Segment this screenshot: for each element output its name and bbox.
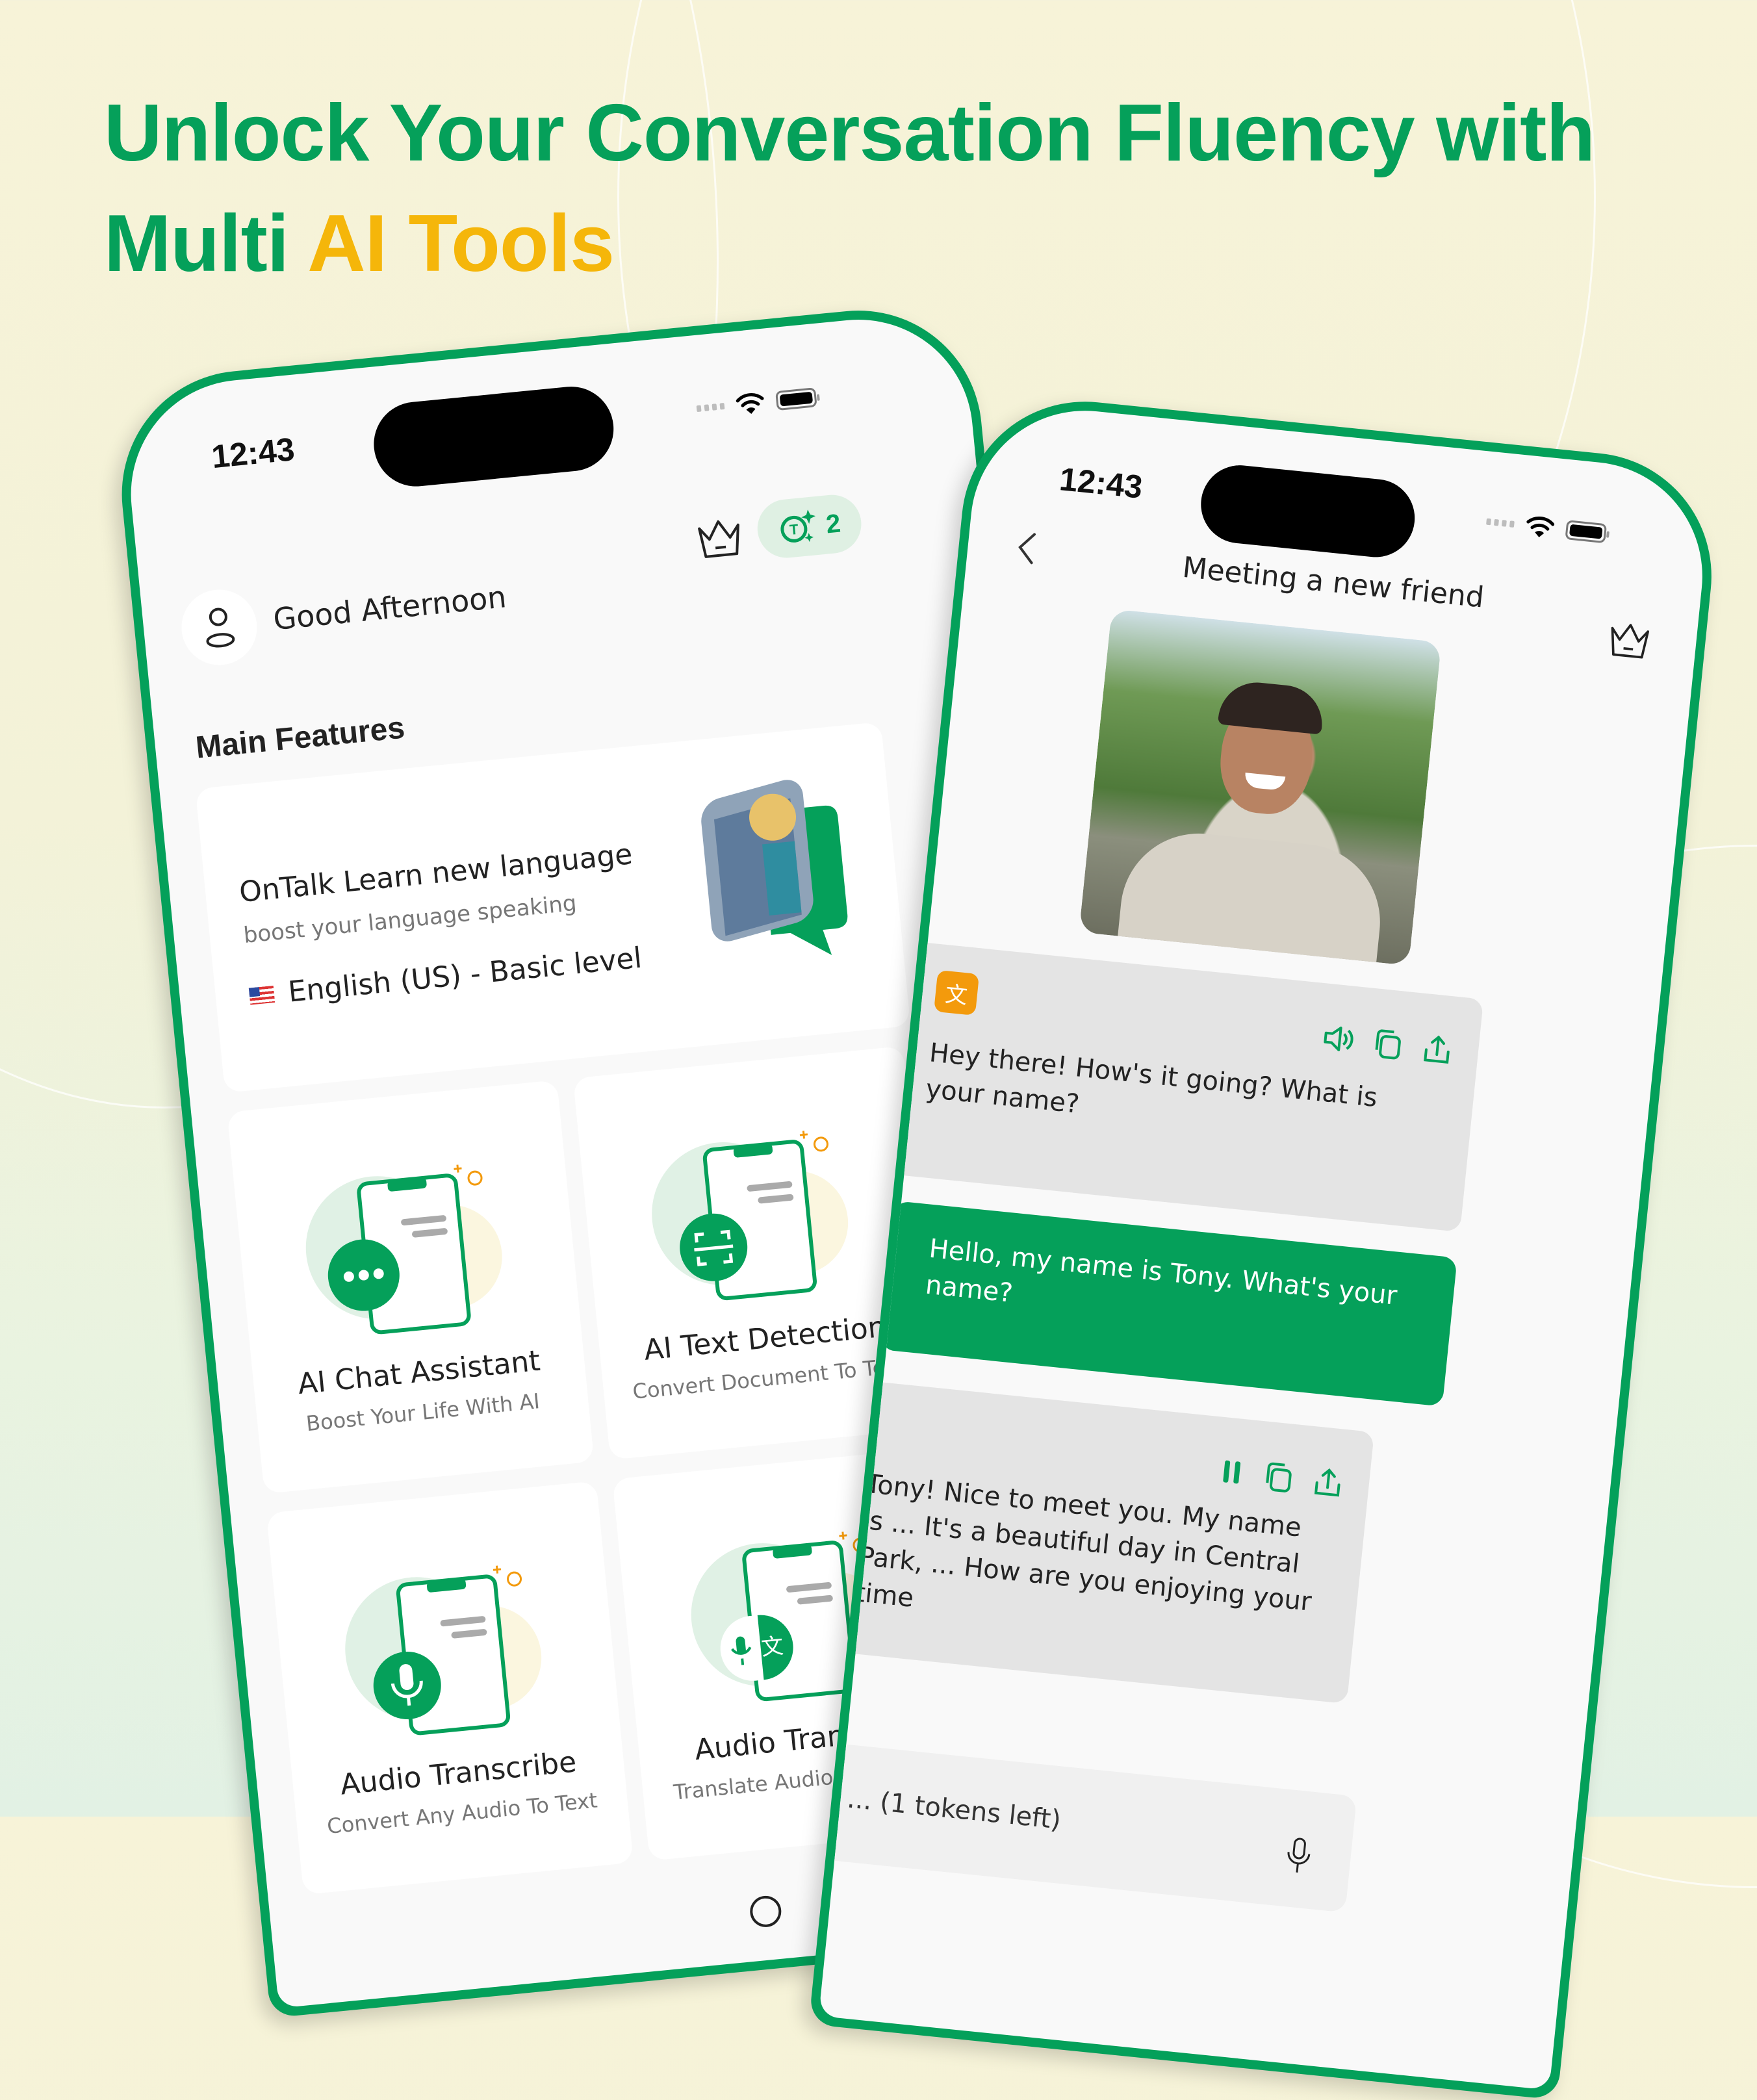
status-icons [695, 385, 817, 420]
chat-screen: 12:43 Meeting a new friend 文 Hey there! … [818, 400, 1713, 2090]
signal-icon [1486, 518, 1515, 528]
scan-text-icon [652, 1131, 849, 1301]
crown-icon[interactable] [1606, 621, 1652, 661]
user-message-text: Hello, my name is Tony. What's your name… [924, 1233, 1399, 1311]
input-placeholder: ... (1 tokens left) [845, 1784, 1062, 1836]
feature-card-audio-transcribe[interactable]: Audio Transcribe Convert Any Audio To Te… [266, 1481, 634, 1895]
wifi-icon [1526, 517, 1555, 537]
token-sparkle-icon: T [780, 509, 815, 543]
tutor-chat-illustration [701, 780, 848, 955]
battery-icon [1565, 520, 1608, 544]
message-input[interactable]: ... (1 tokens left) [818, 1742, 1357, 1913]
message-actions [1217, 1456, 1344, 1501]
ontalk-language-card[interactable]: OnTalk Learn new language boost your lan… [195, 721, 911, 1093]
headline-line-1: Unlock Your Conversation Fluency with [104, 88, 1595, 178]
share-icon[interactable] [1421, 1032, 1454, 1068]
profile-avatar-button[interactable] [178, 586, 261, 669]
status-time: 12:43 [1058, 461, 1144, 506]
status-time: 12:43 [210, 430, 296, 476]
nav-home-icon[interactable] [745, 1890, 788, 1933]
dynamic-island [1197, 461, 1418, 561]
message-actions [1320, 1022, 1454, 1068]
feature-card-ai-chat[interactable]: AI Chat Assistant Boost Your Life With A… [227, 1080, 595, 1494]
pause-icon[interactable] [1217, 1456, 1246, 1489]
wifi-icon [736, 393, 764, 414]
user-icon [206, 608, 235, 648]
ai-message-bubble: Tony! Nice to meet you. My name is ... I… [842, 1381, 1375, 1704]
microphone-icon [345, 1565, 542, 1735]
svg-text:文: 文 [760, 1633, 785, 1661]
speaker-icon[interactable] [1320, 1022, 1355, 1055]
language-level: English (US) - Basic level [248, 941, 643, 1013]
share-icon[interactable] [1311, 1465, 1344, 1500]
headline-line-2: Multi AI Tools [104, 188, 1595, 299]
ai-message-bubble: 文 Hey there! How's it going? What is you… [891, 941, 1484, 1233]
microphone-icon[interactable] [1284, 1835, 1314, 1876]
copy-icon[interactable] [1372, 1027, 1405, 1062]
headline-accent: AI Tools [307, 199, 615, 288]
greeting-text: Good Afternoon [272, 579, 508, 637]
us-flag-icon [248, 985, 276, 1005]
dynamic-island [370, 383, 618, 491]
user-message-bubble: Hello, my name is Tony. What's your name… [880, 1200, 1457, 1407]
language-level-text: English (US) - Basic level [287, 941, 643, 1009]
svg-text:T: T [789, 521, 799, 538]
headline: Unlock Your Conversation Fluency with Mu… [104, 78, 1595, 299]
signal-icon [696, 402, 725, 413]
translate-button[interactable]: 文 [934, 969, 980, 1016]
status-icons [1485, 510, 1608, 546]
section-title: Main Features [194, 710, 407, 765]
token-balance-button[interactable]: T 2 [754, 492, 864, 561]
crown-icon[interactable] [695, 517, 745, 560]
copy-icon[interactable] [1263, 1461, 1296, 1496]
chat-bubble-icon [305, 1164, 502, 1335]
token-count: 2 [825, 509, 842, 539]
character-photo [1079, 609, 1442, 966]
ai-message-text: Tony! Nice to meet you. My name is ... I… [853, 1468, 1313, 1617]
headline-prefix: Multi [104, 199, 308, 288]
photo-shirt [1114, 826, 1388, 966]
battery-icon [775, 387, 817, 411]
